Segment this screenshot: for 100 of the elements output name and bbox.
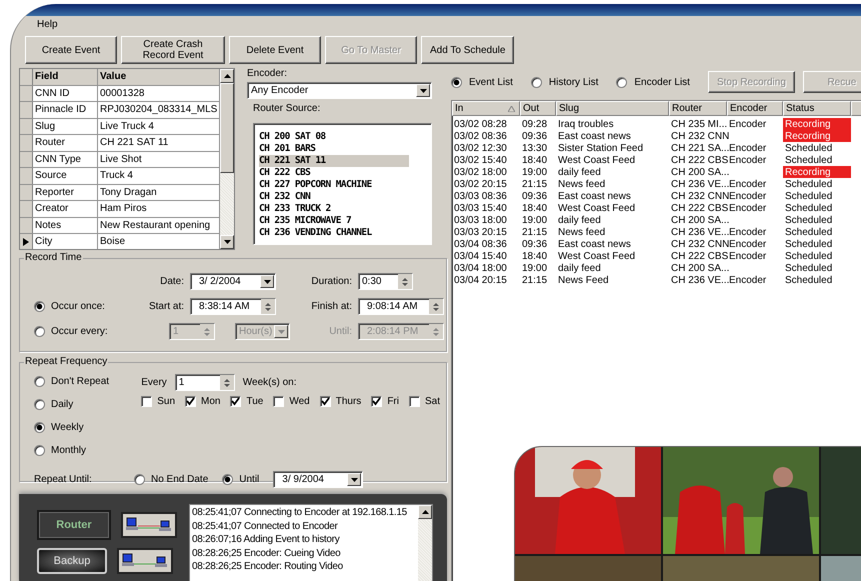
scrollbar[interactable] — [418, 505, 432, 581]
table-cell-text: Sister Station Feed — [557, 142, 644, 154]
table-cell-text: 18:40 — [521, 202, 548, 214]
finish-label: Finish at: — [310, 301, 352, 312]
table-cell-text: CH 222 CBS — [670, 250, 727, 262]
spin-arrows-icon — [265, 302, 271, 312]
table-cell-text: Encoder — [728, 226, 768, 238]
date-label: Date: — [159, 276, 184, 287]
date-picker[interactable]: 3/ 2/2004 — [190, 273, 276, 290]
radio-button[interactable]: Don't Repeat — [26, 375, 142, 388]
table-cell-text: News Feed — [557, 274, 610, 286]
log-entry: 08:25:41;07 Connected to Encoder — [192, 520, 339, 534]
duration-label: Duration: — [310, 276, 352, 287]
duration-spinner[interactable]: 0:30 — [358, 273, 413, 290]
table-cell-text: 21:15 — [521, 274, 548, 286]
table-cell-text: 18:40 — [521, 154, 548, 166]
radio-button[interactable]: Event List — [451, 76, 513, 88]
finish-time-field[interactable]: 9:08:14 AM — [358, 298, 444, 315]
column-header[interactable]: Router — [669, 101, 727, 116]
list-item[interactable]: CH 235 MICROWAVE 7 — [259, 215, 409, 227]
table-cell-text: CH 236 VE... — [670, 274, 727, 286]
status-cell-text: Scheduled — [784, 238, 834, 250]
table-cell-text: CH 200 SA... — [670, 214, 727, 226]
list-item[interactable]: CH 232 CNN — [259, 191, 409, 203]
table-cell-text: CH 232 CNN — [670, 238, 727, 250]
table-cell-text: 03/02 08:28 — [453, 118, 508, 130]
list-item[interactable]: CH 227 POPCORN MACHINE — [259, 179, 409, 191]
table-cell-text: daily feed — [557, 166, 602, 178]
day-checkbox[interactable]: Fri — [371, 396, 399, 407]
list-item[interactable]: CH 200 SAT 08 — [259, 131, 409, 143]
radio-button[interactable]: No End Date — [134, 474, 208, 485]
column-header[interactable]: Slug — [556, 101, 669, 116]
toolbar-button[interactable]: Create Event — [25, 36, 117, 64]
caret-icon — [278, 330, 284, 334]
table-cell-text: Encoder — [728, 190, 768, 202]
router-source-label: Router Source: — [252, 103, 322, 116]
table-cell-text: CH 200 SA... — [670, 262, 727, 274]
day-checkbox[interactable]: Wed — [273, 396, 310, 407]
radio-button[interactable]: Encoder List — [616, 76, 690, 88]
list-item[interactable]: CH 222 CBS — [259, 167, 409, 179]
list-item[interactable]: CH 236 VENDING CHANNEL — [259, 227, 409, 239]
radio-button[interactable]: History List — [530, 76, 598, 88]
column-header[interactable]: Status — [783, 101, 851, 116]
list-item[interactable]: CH 233 TRUCK 2 — [259, 203, 409, 215]
column-header[interactable]: Value — [98, 69, 220, 84]
table-cell-text: CH 200 SA... — [670, 166, 727, 178]
field-name: Notes — [33, 218, 98, 233]
field-name: Creator — [33, 201, 98, 216]
caret-icon — [420, 88, 426, 92]
column-header[interactable]: Field — [33, 69, 98, 84]
column-header[interactable]: Encoder — [727, 101, 783, 116]
radio-button[interactable]: Until — [222, 474, 260, 485]
encoder-dropdown[interactable]: Any Encoder — [247, 82, 432, 99]
column-header[interactable]: In — [452, 101, 520, 116]
table-cell-text: 03/04 18:00 — [453, 262, 508, 274]
weeks-spinner[interactable]: 1 — [174, 374, 235, 391]
group-title: Record Time — [24, 252, 83, 263]
table-cell-text: 03/02 18:00 — [453, 166, 508, 178]
start-time-field[interactable]: 8:38:14 AM — [190, 298, 276, 315]
backup-button[interactable]: Backup — [37, 548, 107, 574]
table-cell-text: 09:36 — [521, 190, 548, 202]
status-cell: Recording — [783, 118, 851, 130]
status-cell-text: Scheduled — [784, 250, 834, 262]
column-header[interactable]: Out — [520, 101, 556, 116]
group-title: Repeat Frequency — [24, 356, 108, 367]
table-cell-text: 19:00 — [521, 214, 548, 226]
radio-button[interactable]: Monthly — [26, 444, 142, 457]
row-header[interactable] — [20, 234, 33, 249]
table-cell-text: 19:00 — [521, 166, 548, 178]
toolbar-button[interactable]: Add To Schedule — [421, 36, 514, 64]
toolbar-button[interactable]: Create Crash Record Event — [121, 36, 225, 64]
status-cell-text: Scheduled — [784, 214, 834, 226]
day-checkbox[interactable]: Tue — [230, 396, 264, 407]
caret-icon — [264, 280, 270, 284]
list-item[interactable]: CH 201 BARS — [259, 143, 409, 155]
toolbar-button[interactable]: Delete Event — [229, 36, 321, 64]
radio-button[interactable]: Daily — [26, 398, 142, 411]
table-cell-text: CH 221 SA... — [670, 142, 727, 154]
table-cell-text: West Coast Feed — [557, 154, 636, 166]
scroll-down-icon — [224, 240, 230, 244]
scrollbar[interactable] — [220, 69, 234, 249]
radio-button[interactable]: Occur once: — [26, 301, 138, 312]
menu-item[interactable]: Help — [33, 18, 62, 30]
table-cell-text: 09:36 — [521, 238, 548, 250]
field-name: Reporter — [33, 184, 98, 200]
caret-icon — [350, 478, 358, 482]
list-item[interactable]: CH 221 SAT 11 — [259, 155, 409, 167]
table-cell-text: Iraq troubles — [557, 118, 615, 130]
day-checkbox[interactable]: Sat — [408, 396, 440, 407]
spin-arrows-icon — [204, 326, 210, 336]
start-label: Start at: — [148, 301, 184, 312]
radio-button[interactable]: Weekly — [26, 421, 142, 434]
table-cell-text: 03/04 20:15 — [453, 274, 508, 286]
table-cell-text: daily feed — [557, 262, 602, 274]
table-cell-text: CH 232 CNN — [670, 190, 727, 202]
day-checkbox[interactable]: Sun — [141, 396, 176, 407]
day-checkbox[interactable]: Mon — [185, 396, 220, 407]
end-date-picker[interactable]: 3/ 9/2004 — [273, 471, 364, 488]
table-cell-text: Encoder — [728, 154, 768, 166]
day-checkbox[interactable]: Thurs — [320, 396, 362, 407]
